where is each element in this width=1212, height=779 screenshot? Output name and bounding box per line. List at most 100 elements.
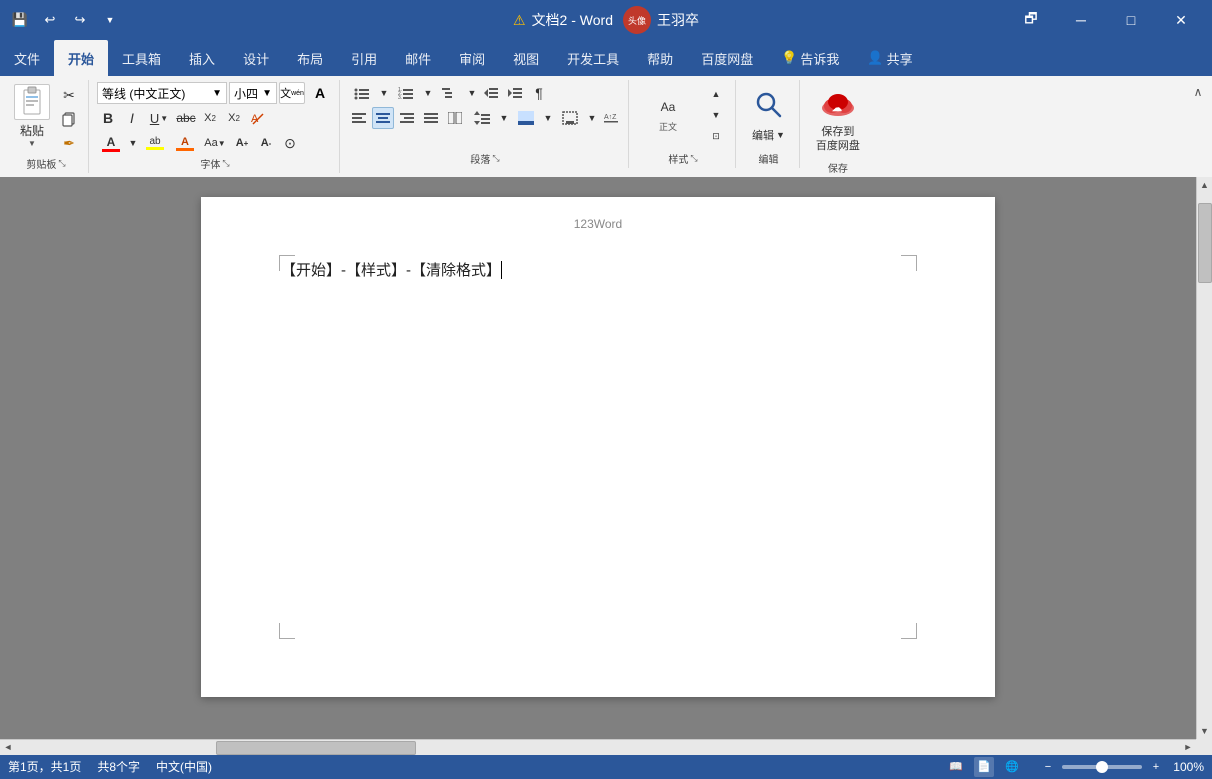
tab-design[interactable]: 设计 [229, 40, 283, 76]
strikethrough-button[interactable]: abc [175, 107, 197, 129]
tab-help[interactable]: 帮助 [633, 40, 687, 76]
zoom-in-button[interactable]: + [1146, 757, 1166, 777]
font-color-button[interactable]: A [97, 132, 125, 154]
line-spacing-button[interactable] [468, 107, 496, 129]
italic-button[interactable]: I [121, 107, 143, 129]
styles-expand-icon[interactable]: ⤡ [690, 153, 697, 164]
tab-layout[interactable]: 布局 [283, 40, 337, 76]
align-right-button[interactable] [396, 107, 418, 129]
numbered-list-button[interactable]: 1. 2. 3. [392, 82, 420, 104]
vertical-scrollbar[interactable]: ▲ ▼ [1196, 177, 1212, 739]
bullet-list-button[interactable] [348, 82, 376, 104]
tab-file[interactable]: 文件 [0, 40, 54, 76]
zoom-level[interactable]: 100% [1170, 760, 1204, 774]
scroll-up-arrow[interactable]: ▲ [1197, 177, 1212, 193]
font-size-selector[interactable]: 小四 ▼ [229, 82, 277, 104]
shading-dropdown[interactable]: ▼ [542, 107, 554, 129]
big-a-button[interactable]: A [307, 82, 333, 104]
scroll-down-arrow[interactable]: ▼ [1197, 723, 1212, 739]
close-button[interactable]: ✕ [1158, 0, 1204, 40]
tab-tools[interactable]: 工具箱 [108, 40, 175, 76]
editing-button[interactable]: 编辑 ▼ [744, 84, 793, 147]
document-content[interactable]: 【开始】-【样式】-【清除格式】 [281, 257, 915, 557]
scroll-track[interactable] [1197, 193, 1212, 723]
clipboard-expand-icon[interactable]: ⤡ [58, 158, 65, 169]
collapse-ribbon-button[interactable]: ∧ [1188, 82, 1208, 102]
tab-view[interactable]: 视图 [499, 40, 553, 76]
superscript-button[interactable]: X2 [223, 107, 245, 129]
multi-level-list-button[interactable] [436, 82, 464, 104]
paragraph-expand-icon[interactable]: ⤡ [492, 153, 499, 164]
align-center-button[interactable] [372, 107, 394, 129]
clear-format-button[interactable]: A [247, 107, 269, 129]
tab-baidu[interactable]: 百度网盘 [687, 40, 767, 76]
font-color-dropdown[interactable]: ▼ [127, 132, 139, 154]
align-left-button[interactable] [348, 107, 370, 129]
font-name-selector[interactable]: 等线 (中文正文) ▼ [97, 82, 227, 104]
styles-scroll-down[interactable]: ▼ [703, 105, 729, 126]
wen-button[interactable]: 文wén [279, 82, 305, 104]
highlight-button[interactable]: ab [141, 132, 169, 154]
tab-review[interactable]: 审阅 [445, 40, 499, 76]
column-layout-button[interactable] [444, 107, 466, 129]
tab-references[interactable]: 引用 [337, 40, 391, 76]
tab-home[interactable]: 开始 [54, 40, 108, 76]
minimize-button[interactable]: ─ [1058, 0, 1104, 40]
hscroll-track[interactable] [16, 740, 1180, 755]
bullet-list-dropdown[interactable]: ▼ [378, 82, 390, 104]
multi-level-dropdown[interactable]: ▼ [466, 82, 478, 104]
shrink-font-button[interactable]: A- [255, 132, 277, 154]
tab-insert[interactable]: 插入 [175, 40, 229, 76]
justify-button[interactable] [420, 107, 442, 129]
paste-button[interactable]: 粘贴 ▼ [10, 82, 54, 150]
underline-button[interactable]: U ▼ [145, 107, 173, 129]
increase-indent-button[interactable] [504, 82, 526, 104]
undo-button[interactable]: ↩ [38, 8, 62, 32]
document-scroll-area[interactable]: 123Word 【开始】-【样式】-【清除格式】 [0, 177, 1196, 739]
customize-qat-button[interactable]: ▼ [98, 8, 122, 32]
show-marks-button[interactable]: ¶ [528, 82, 550, 104]
word-count[interactable]: 共8个字 [97, 758, 140, 775]
hscroll-left-arrow[interactable]: ◄ [0, 739, 16, 755]
decrease-indent-button[interactable] [480, 82, 502, 104]
styles-expand[interactable]: ⊡ [703, 126, 729, 147]
styles-scroll-up[interactable]: ▲ [703, 84, 729, 105]
border-dropdown[interactable]: ▼ [586, 107, 598, 129]
maximize-button[interactable]: □ [1108, 0, 1154, 40]
case-change-button[interactable]: Aa▼ [201, 132, 229, 154]
tab-mail[interactable]: 邮件 [391, 40, 445, 76]
font-expand-icon[interactable]: ⤡ [222, 158, 229, 169]
text-shading-button[interactable]: A [171, 132, 199, 154]
redo-button[interactable]: ↪ [68, 8, 92, 32]
page-view-button[interactable]: 📄 [974, 757, 994, 777]
web-view-button[interactable]: 🌐 [1002, 757, 1022, 777]
read-view-button[interactable]: 📖 [946, 757, 966, 777]
cut-button[interactable]: ✂ [56, 84, 82, 106]
horizontal-scrollbar[interactable]: ◄ ► [0, 739, 1212, 755]
tab-developer[interactable]: 开发工具 [553, 40, 633, 76]
copy-button[interactable] [56, 108, 82, 130]
status-bar: 第1页，共1页 共8个字 中文(中国) 📖 📄 🌐 − + 100% [0, 755, 1212, 779]
save-qat-button[interactable]: 💾 [8, 8, 32, 32]
border-button[interactable] [556, 107, 584, 129]
scroll-thumb[interactable] [1198, 203, 1212, 283]
format-painter-button[interactable]: ✒ [56, 132, 82, 154]
subscript-button[interactable]: X2 [199, 107, 221, 129]
zoom-out-button[interactable]: − [1038, 757, 1058, 777]
sort-button[interactable]: A↑Z [600, 107, 622, 129]
style-normal-button[interactable]: Aa 正文 [637, 84, 699, 148]
text-effects-button[interactable]: ⊙ [279, 132, 301, 154]
grow-font-button[interactable]: A+ [231, 132, 253, 154]
tab-share[interactable]: 👤共享 [853, 40, 926, 76]
language[interactable]: 中文(中国) [156, 758, 212, 775]
hscroll-thumb[interactable] [216, 741, 416, 755]
tab-tellme[interactable]: 💡告诉我 [767, 40, 853, 76]
bold-button[interactable]: B [97, 107, 119, 129]
save-to-cloud-button[interactable]: ☁ 保存到百度网盘 [808, 82, 868, 158]
hscroll-right-arrow[interactable]: ► [1180, 739, 1196, 755]
line-spacing-dropdown[interactable]: ▼ [498, 107, 510, 129]
shading-button[interactable] [512, 107, 540, 129]
group-windows-button[interactable]: 🗗 [1008, 0, 1054, 40]
numbered-list-dropdown[interactable]: ▼ [422, 82, 434, 104]
page-info[interactable]: 第1页，共1页 [8, 758, 81, 775]
